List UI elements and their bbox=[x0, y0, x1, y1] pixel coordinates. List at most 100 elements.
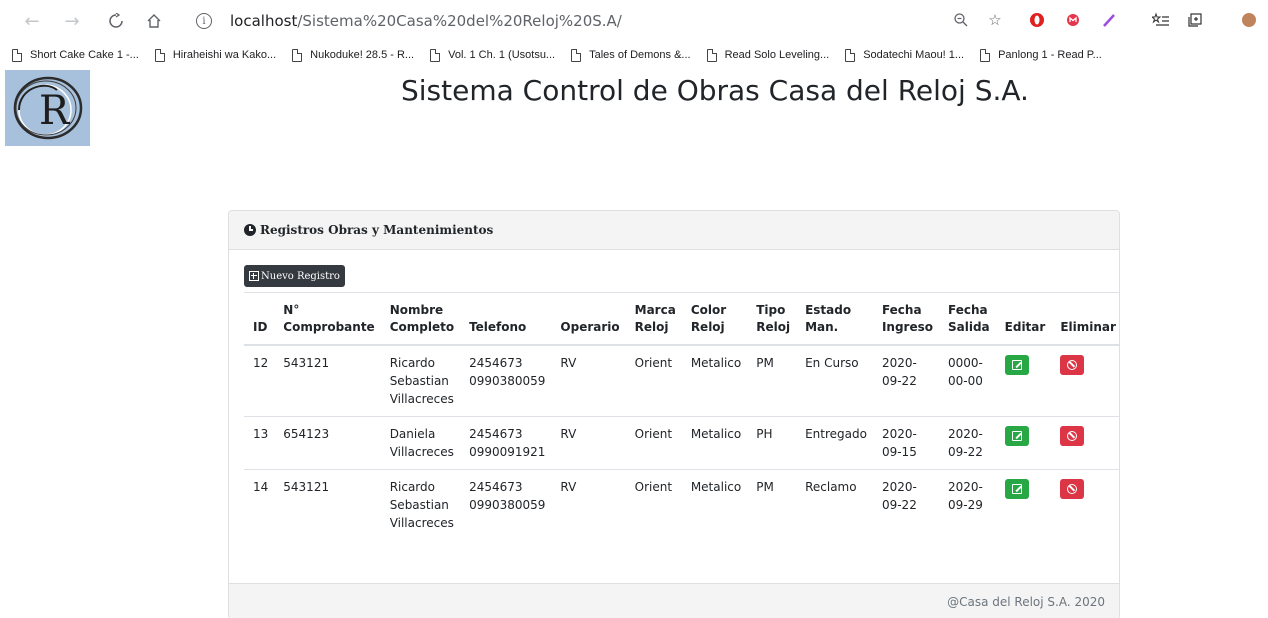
cell-estado: En Curso bbox=[805, 356, 859, 370]
ban-icon bbox=[1067, 484, 1078, 494]
cell-operario: RV bbox=[560, 356, 577, 370]
page-title: Sistema Control de Obras Casa del Reloj … bbox=[401, 74, 1029, 107]
cell-edit bbox=[996, 345, 1052, 417]
cell-telefono: 2454673 0990380059 bbox=[460, 469, 552, 540]
edit-button[interactable] bbox=[1004, 426, 1029, 446]
card-body: Nuevo Registro ID N° Comprobante Nombre … bbox=[229, 250, 1119, 540]
home-icon[interactable] bbox=[142, 9, 166, 33]
favorite-star-icon[interactable]: ☆ bbox=[984, 9, 1006, 31]
favorites-list-icon[interactable] bbox=[1150, 9, 1172, 31]
pen-extension-icon[interactable] bbox=[1098, 9, 1120, 31]
page-icon bbox=[292, 48, 303, 62]
cell-nombre: Ricardo Sebastian Villacreces bbox=[380, 469, 461, 540]
forward-arrow-icon[interactable]: → bbox=[60, 9, 84, 33]
collections-icon[interactable] bbox=[1184, 9, 1206, 31]
cell-operario: RV bbox=[551, 469, 626, 540]
edit-button[interactable] bbox=[1004, 479, 1029, 499]
cell-color: Metalico bbox=[681, 469, 748, 540]
cell-salida: 2020-09-29 bbox=[939, 469, 996, 540]
table-row: 14 543121 Ricardo Sebastian Villacreces … bbox=[244, 469, 1119, 540]
cell-estado: Reclamo bbox=[796, 469, 873, 540]
cell-comprobante: 543121 bbox=[274, 469, 381, 540]
column-header: Operario bbox=[551, 292, 626, 346]
delete-button[interactable] bbox=[1060, 355, 1085, 375]
cell-comprobante: 543121 bbox=[283, 356, 330, 370]
page-icon bbox=[430, 48, 441, 62]
ban-icon bbox=[1067, 431, 1078, 441]
bookmark-item[interactable]: Tales of Demons &... bbox=[571, 48, 691, 62]
cell-id: 12 bbox=[253, 356, 269, 370]
page-icon bbox=[845, 48, 856, 62]
bookmark-item[interactable]: Panlong 1 - Read P... bbox=[980, 48, 1102, 62]
table-header-row: ID N° Comprobante Nombre Completo Telefo… bbox=[244, 292, 1119, 346]
cell-estado: Entregado bbox=[796, 416, 873, 470]
column-header: Editar bbox=[995, 292, 1052, 346]
bookmark-item[interactable]: Short Cake Cake 1 -... bbox=[12, 48, 139, 62]
records-table: ID N° Comprobante Nombre Completo Telefo… bbox=[244, 292, 1119, 540]
cell-tipo: PH bbox=[747, 416, 797, 470]
card-header: Registros Obras y Mantenimientos bbox=[229, 211, 1119, 250]
site-info-icon[interactable]: i bbox=[196, 13, 212, 29]
page-content: R CR Sistema Control de Obras Casa del R… bbox=[0, 68, 1268, 618]
url-path: /Sistema%20Casa%20del%20Reloj%20S.A/ bbox=[297, 12, 622, 30]
cell-salida: 2020-09-22 bbox=[939, 416, 996, 470]
page-icon bbox=[12, 48, 22, 62]
ban-icon bbox=[1067, 360, 1078, 370]
cell-salida: 0000-00-00 bbox=[948, 356, 983, 388]
new-record-label: Nuevo Registro bbox=[261, 270, 340, 282]
column-header: Tipo Reloj bbox=[747, 292, 797, 346]
cell-nombre: Daniela Villacreces bbox=[380, 416, 461, 470]
url-host: localhost bbox=[230, 12, 298, 30]
address-bar[interactable]: i localhost/Sistema%20Casa%20del%20Reloj… bbox=[196, 8, 622, 34]
column-header: Fecha Salida bbox=[939, 292, 996, 346]
cell-telefono: 2454673 0990091921 bbox=[460, 416, 552, 470]
cell-tipo: PM bbox=[756, 356, 774, 370]
cell-marca: Orient bbox=[625, 416, 682, 470]
column-header: Telefono bbox=[460, 292, 552, 346]
cell-telefono: 2454673 0990380059 bbox=[469, 356, 546, 388]
cell-delete bbox=[1051, 416, 1119, 470]
cell-color: Metalico bbox=[690, 356, 742, 370]
company-logo: R CR bbox=[5, 70, 90, 146]
cell-id: 14 bbox=[244, 469, 275, 540]
new-record-button[interactable]: Nuevo Registro bbox=[244, 265, 345, 287]
reload-icon[interactable] bbox=[104, 9, 128, 33]
mail-extension-icon[interactable] bbox=[1062, 9, 1084, 31]
column-header: Fecha Ingreso bbox=[872, 292, 939, 346]
cell-tipo: PM bbox=[747, 469, 797, 540]
opera-extension-icon[interactable] bbox=[1026, 9, 1048, 31]
table-row: 13 654123 Daniela Villacreces 2454673 09… bbox=[244, 416, 1119, 470]
cell-ingreso: 2020-09-22 bbox=[881, 356, 917, 388]
delete-button[interactable] bbox=[1060, 479, 1085, 499]
clock-icon bbox=[244, 224, 256, 236]
column-header: Color Reloj bbox=[681, 292, 748, 346]
edit-button[interactable] bbox=[1004, 355, 1029, 375]
plus-square-icon bbox=[249, 271, 259, 281]
bookmark-item[interactable]: Vol. 1 Ch. 1 (Usotsu... bbox=[430, 48, 555, 62]
table-row: 12 543121 Ricardo Sebastian Villacreces … bbox=[244, 345, 1119, 417]
column-header: N° Comprobante bbox=[274, 292, 381, 346]
column-header: Marca Reloj bbox=[625, 292, 682, 346]
edit-icon bbox=[1011, 431, 1022, 441]
back-arrow-icon[interactable]: ← bbox=[20, 9, 44, 33]
page-icon bbox=[154, 48, 165, 62]
column-header: Estado Man. bbox=[796, 292, 873, 346]
edit-icon bbox=[1011, 360, 1022, 370]
zoom-icon[interactable] bbox=[950, 9, 972, 31]
bookmark-item[interactable]: Nukoduke! 28.5 - R... bbox=[292, 48, 414, 62]
page-icon bbox=[571, 48, 582, 62]
profile-avatar-icon[interactable] bbox=[1238, 9, 1260, 31]
page-icon bbox=[980, 48, 991, 62]
column-header: ID bbox=[244, 292, 275, 346]
bookmark-item[interactable]: Sodatechi Maou! 1... bbox=[845, 48, 964, 62]
bookmark-item[interactable]: Hiraheishi wa Kako... bbox=[154, 48, 276, 62]
column-header: Nombre Completo bbox=[380, 292, 461, 346]
cell-ingreso: 2020-09-15 bbox=[872, 416, 939, 470]
cell-delete bbox=[1051, 469, 1119, 540]
delete-button[interactable] bbox=[1060, 426, 1085, 446]
card-footer: @Casa del Reloj S.A. 2020 bbox=[229, 583, 1119, 618]
column-header: Eliminar bbox=[1051, 292, 1119, 346]
bookmark-item[interactable]: Read Solo Leveling... bbox=[706, 48, 829, 62]
cell-id: 13 bbox=[244, 416, 275, 470]
cell-marca: Orient bbox=[625, 469, 682, 540]
